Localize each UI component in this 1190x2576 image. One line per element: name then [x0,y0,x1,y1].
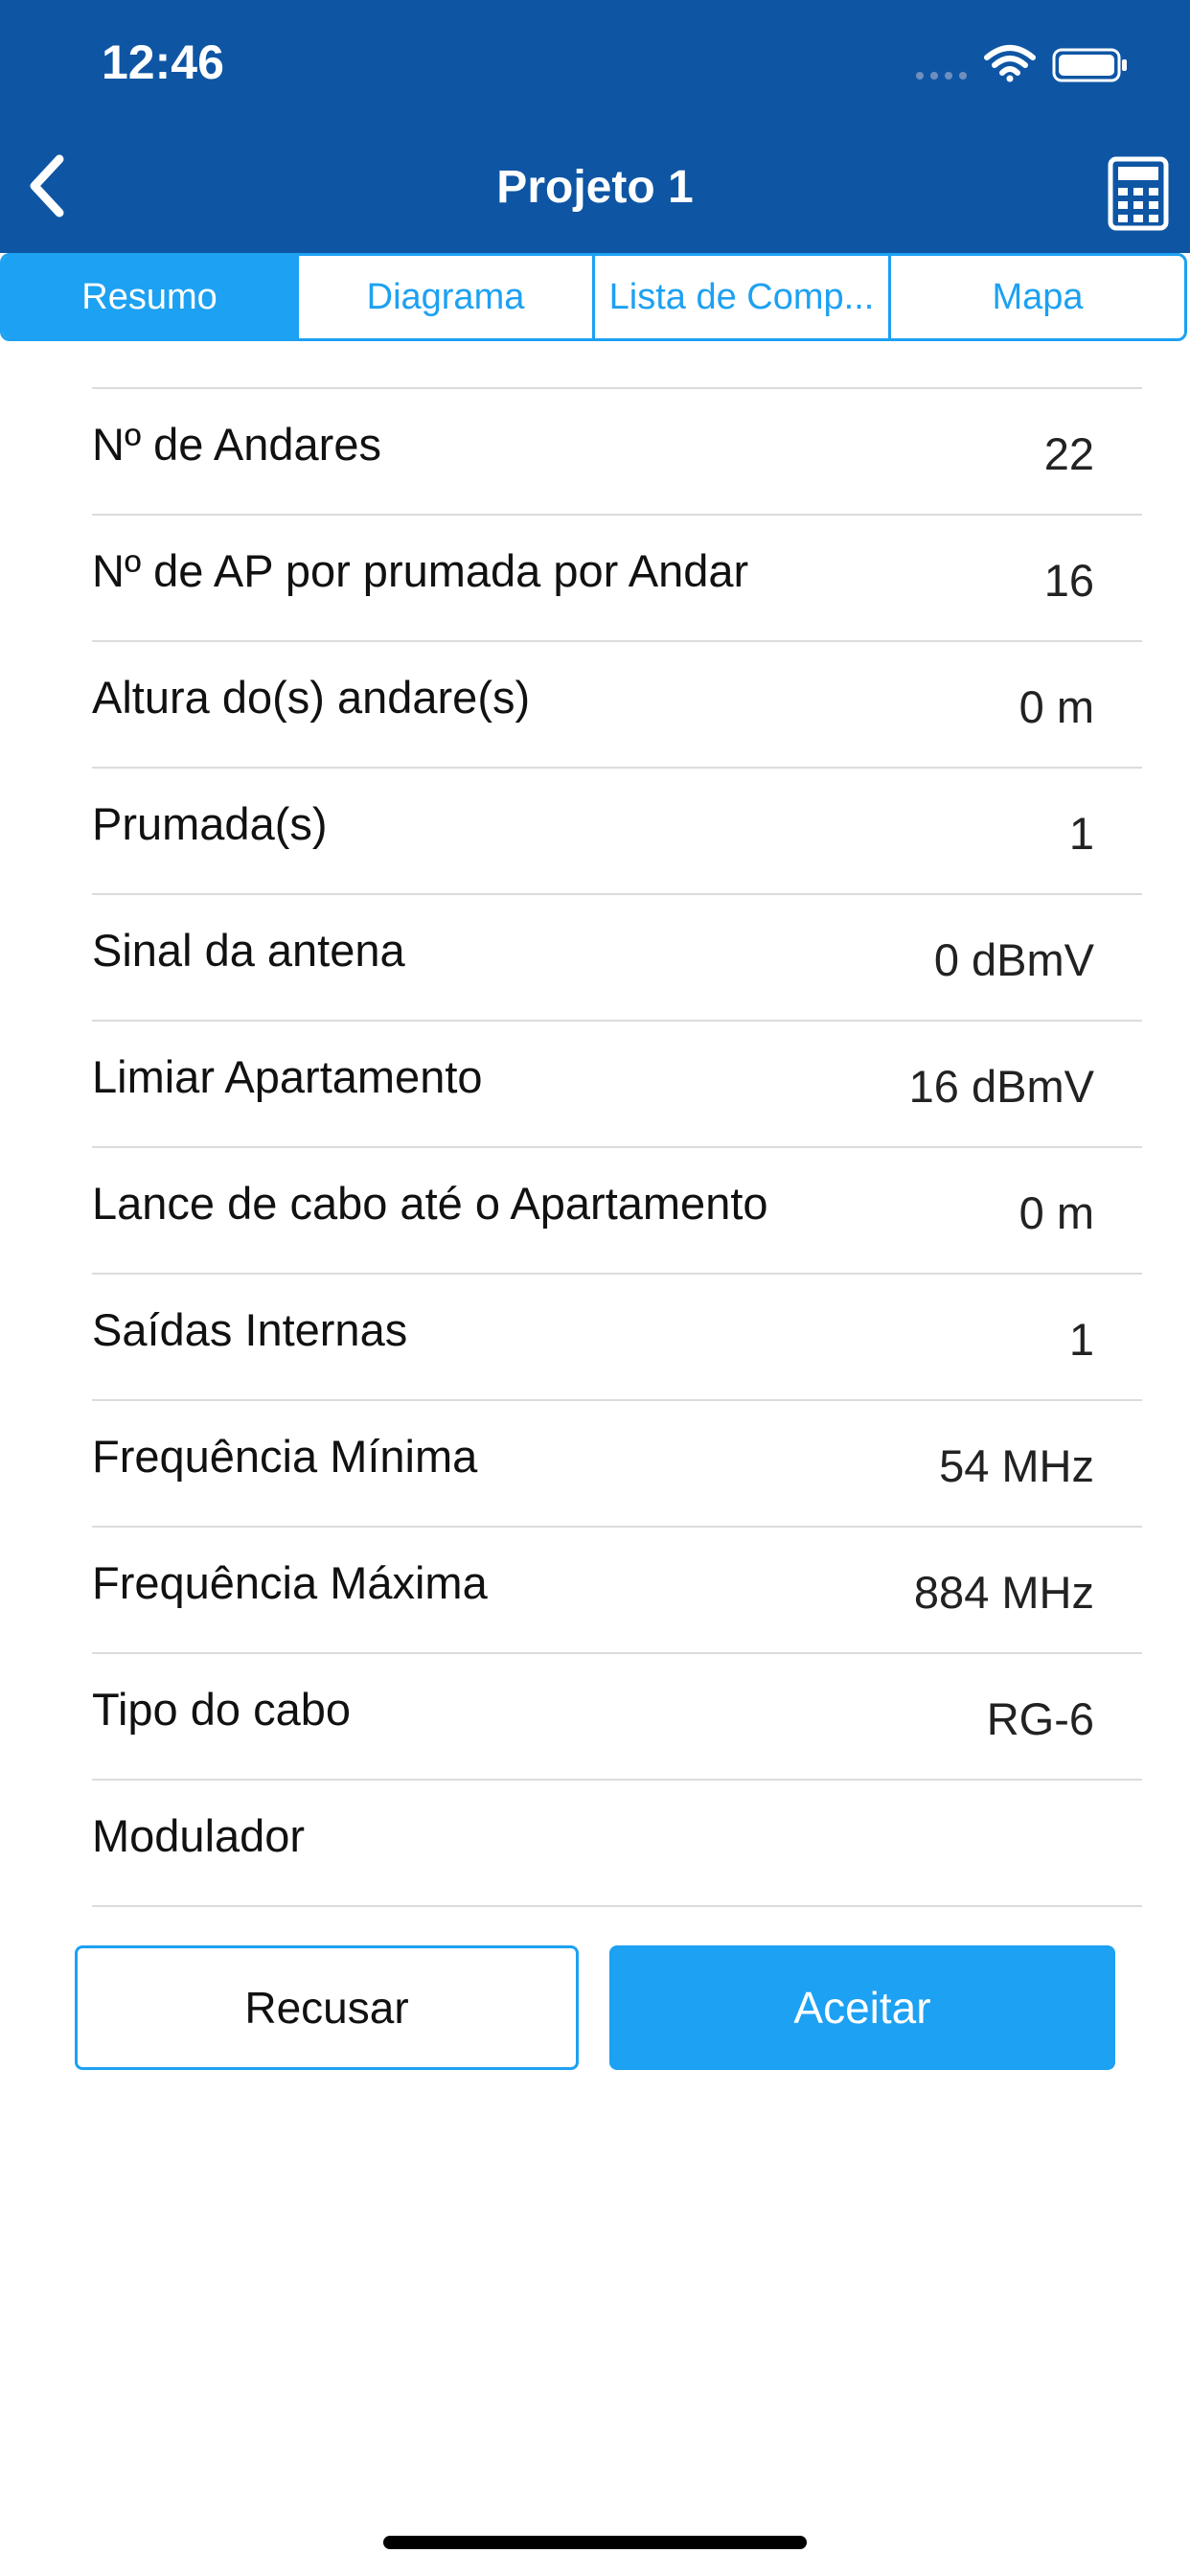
segmented-control: Resumo Diagrama Lista de Comp... Mapa [0,253,1187,341]
row-label: Lance de cabo até o Apartamento [92,1178,768,1229]
row-value: 1 [1068,808,1094,859]
row-value: 16 dBmV [908,1061,1094,1112]
battery-icon [1052,48,1127,82]
list-item[interactable]: Tipo do cabo RG-6 [92,1654,1142,1781]
row-label: Frequência Mínima [92,1431,478,1482]
cellular-signal-icon [916,72,967,80]
calculator-button[interactable] [1107,155,1170,232]
row-value: 0 m [1018,681,1094,732]
list-item[interactable]: Frequência Mínima 54 MHz [92,1401,1142,1528]
refuse-button[interactable]: Recusar [75,1945,579,2070]
row-value: 22 [1043,428,1094,479]
list-item[interactable]: Saídas Internas 1 [92,1275,1142,1401]
tab-lista-de-componentes[interactable]: Lista de Comp... [595,256,891,338]
status-bar: 12:46 [0,0,1190,126]
status-time: 12:46 [102,35,224,89]
calculator-icon [1108,156,1169,231]
tab-diagrama[interactable]: Diagrama [299,256,595,338]
row-value: 0 dBmV [933,934,1094,985]
accept-button[interactable]: Aceitar [609,1945,1115,2070]
row-label: Nº de Andares [92,419,381,470]
navigation-bar: Projeto 1 [0,134,1190,253]
wifi-icon [984,45,1036,82]
list-item[interactable]: Frequência Máxima 884 MHz [92,1528,1142,1654]
tab-bar: Resumo Diagrama Lista de Comp... Mapa [0,253,1190,345]
row-value: 884 MHz [913,1567,1094,1618]
list-item[interactable]: Prumada(s) 1 [92,769,1142,895]
list-item[interactable]: Sinal da antena 0 dBmV [92,895,1142,1022]
row-label: Sinal da antena [92,925,405,976]
row-label: Prumada(s) [92,798,328,849]
row-label: Nº de AP por prumada por Andar [92,545,749,596]
row-label: Altura do(s) andare(s) [92,672,531,723]
page-title: Projeto 1 [496,162,694,213]
app-header: 12:46 Projeto 1 [0,0,1190,253]
list-item[interactable]: Nº de Andares 22 [92,389,1142,516]
action-buttons: Recusar Aceitar [75,1945,1115,2070]
summary-list: Nº de Andares 22 Nº de AP por prumada po… [92,387,1142,1907]
row-value: 54 MHz [939,1440,1094,1491]
home-indicator [383,2536,807,2549]
row-label: Modulador [92,1810,306,1861]
row-label: Tipo do cabo [92,1684,351,1735]
row-value: 0 m [1018,1187,1094,1238]
row-label: Limiar Apartamento [92,1051,483,1102]
row-value: 16 [1043,555,1094,606]
row-label: Frequência Máxima [92,1557,488,1608]
row-value: 1 [1068,1314,1094,1365]
list-item[interactable]: Altura do(s) andare(s) 0 m [92,642,1142,769]
list-item[interactable]: Limiar Apartamento 16 dBmV [92,1022,1142,1148]
row-value: RG-6 [986,1693,1094,1744]
tab-resumo[interactable]: Resumo [3,256,299,338]
list-item[interactable]: Nº de AP por prumada por Andar 16 [92,516,1142,642]
row-label: Saídas Internas [92,1304,408,1355]
list-item[interactable]: Lance de cabo até o Apartamento 0 m [92,1148,1142,1275]
tab-mapa[interactable]: Mapa [891,256,1184,338]
list-item[interactable]: Modulador [92,1781,1142,1907]
